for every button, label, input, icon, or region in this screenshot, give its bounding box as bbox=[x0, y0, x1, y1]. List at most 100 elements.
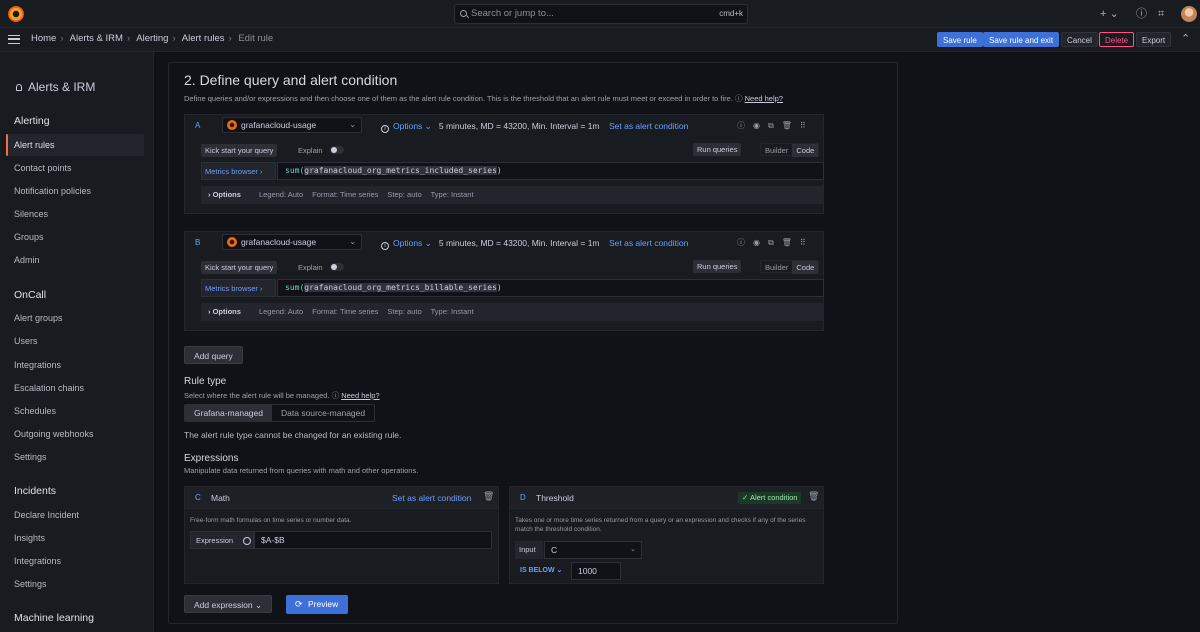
help-icon[interactable]: ⓘ bbox=[737, 121, 745, 130]
rule-type-description: Select where the alert rule will be mana… bbox=[184, 391, 380, 400]
alert-condition-badge: ✓ Alert condition bbox=[738, 492, 802, 504]
help-icon[interactable]: ⓘ bbox=[737, 238, 745, 247]
query-options[interactable]: i Options ⌄ 5 minutes, MD = 43200, Min. I… bbox=[381, 121, 688, 133]
builder-tab[interactable]: Builder bbox=[761, 144, 792, 157]
breadcrumb-alerts-irm[interactable]: Alerts & IRM bbox=[70, 33, 123, 44]
trash-icon[interactable]: 🗑 bbox=[782, 238, 792, 247]
cancel-button[interactable]: Cancel bbox=[1061, 32, 1098, 47]
sidebar-item-incident-settings[interactable]: Settings bbox=[14, 579, 47, 589]
query-ref-id[interactable]: B bbox=[195, 238, 200, 247]
eye-icon[interactable]: ◉ bbox=[753, 238, 760, 247]
expression-ref-id[interactable]: D bbox=[520, 493, 526, 502]
search-shortcut: cmd+k bbox=[719, 9, 743, 18]
avatar[interactable] bbox=[1181, 6, 1197, 22]
sidebar-item-alert-groups[interactable]: Alert groups bbox=[14, 313, 63, 323]
sidebar-item-groups[interactable]: Groups bbox=[14, 232, 44, 242]
sidebar-item-schedules[interactable]: Schedules bbox=[14, 406, 56, 416]
metrics-browser-button[interactable]: Metrics browser › bbox=[201, 162, 276, 180]
query-options-row[interactable]: › Options Legend: Auto Format: Time series… bbox=[201, 186, 823, 204]
datasource-picker[interactable]: grafanacloud-usage ⌄ bbox=[222, 234, 362, 250]
preview-button[interactable]: Preview bbox=[286, 595, 349, 614]
trash-icon[interactable]: 🗑 bbox=[483, 491, 494, 502]
expression-type: Threshold bbox=[536, 493, 574, 503]
copy-icon[interactable]: ⧉ bbox=[768, 121, 774, 130]
run-queries-button[interactable]: Run queries bbox=[693, 260, 742, 273]
sidebar-item-escalation-chains[interactable]: Escalation chains bbox=[14, 383, 84, 393]
need-help-link[interactable]: Need help? bbox=[745, 94, 783, 103]
copy-icon[interactable]: ⧉ bbox=[768, 238, 774, 247]
menu-icon[interactable] bbox=[8, 35, 20, 44]
threshold-operator-select[interactable]: IS BELOW ⌄ bbox=[515, 562, 570, 580]
input-select[interactable]: C ⌄ bbox=[544, 541, 642, 559]
grafana-managed-option[interactable]: Grafana-managed bbox=[185, 405, 272, 421]
sidebar-item-contact-points[interactable]: Contact points bbox=[14, 163, 72, 173]
sidebar-item-outgoing-webhooks[interactable]: Outgoing webhooks bbox=[14, 429, 94, 439]
sidebar-item-silences[interactable]: Silences bbox=[14, 209, 48, 219]
query-options-row[interactable]: › Options Legend: Auto Format: Time series… bbox=[201, 303, 823, 321]
search-input[interactable]: Search or jump to... cmd+k bbox=[454, 4, 748, 24]
expression-label: Expression bbox=[190, 531, 254, 549]
eye-icon[interactable]: ◉ bbox=[753, 121, 760, 130]
sidebar-item-insights[interactable]: Insights bbox=[14, 533, 45, 543]
export-button[interactable]: Export bbox=[1136, 32, 1172, 47]
add-expression-button[interactable]: Add expression ⌄ bbox=[184, 595, 273, 613]
sidebar-section-alerting[interactable]: Alerting bbox=[14, 115, 50, 127]
sidebar-item-incident-integrations[interactable]: Integrations bbox=[14, 556, 61, 566]
trash-icon[interactable]: 🗑 bbox=[808, 491, 819, 502]
explain-toggle[interactable] bbox=[330, 146, 344, 154]
query-ref-id[interactable]: A bbox=[195, 121, 200, 130]
rss-icon[interactable]: ⌗ bbox=[1158, 7, 1164, 21]
run-queries-button[interactable]: Run queries bbox=[693, 143, 742, 156]
need-help-link[interactable]: Need help? bbox=[341, 391, 379, 400]
explain-toggle[interactable] bbox=[330, 263, 344, 271]
query-editor[interactable]: sum(grafanacloud_org_metrics_included_se… bbox=[277, 162, 824, 180]
query-header: B grafanacloud-usage ⌄ i Options ⌄ 5 minut… bbox=[185, 232, 823, 252]
expression-ref-id[interactable]: C bbox=[195, 493, 201, 502]
trash-icon[interactable]: 🗑 bbox=[782, 121, 792, 130]
kick-start-button[interactable]: Kick start your query bbox=[201, 261, 278, 274]
code-tab[interactable]: Code bbox=[792, 261, 819, 274]
sidebar-item-notification-policies[interactable]: Notification policies bbox=[14, 186, 91, 196]
datasource-managed-option[interactable]: Data source-managed bbox=[272, 405, 374, 421]
drag-handle-icon[interactable]: ⠿ bbox=[800, 238, 806, 247]
save-rule-exit-button[interactable]: Save rule and exit bbox=[983, 32, 1060, 47]
kick-start-button[interactable]: Kick start your query bbox=[201, 144, 278, 157]
code-tab[interactable]: Code bbox=[792, 144, 819, 157]
help-icon: ⓘ bbox=[331, 391, 340, 400]
query-editor[interactable]: sum(grafanacloud_org_metrics_billable_se… bbox=[277, 279, 824, 297]
sidebar-item-declare-incident[interactable]: Declare Incident bbox=[14, 510, 79, 520]
sidebar-item-admin[interactable]: Admin bbox=[14, 255, 40, 265]
breadcrumb-home[interactable]: Home bbox=[31, 33, 56, 44]
help-icon: ⓘ bbox=[735, 94, 743, 103]
add-query-button[interactable]: Add query bbox=[184, 346, 243, 364]
editor-mode-toggle: Builder Code bbox=[760, 260, 820, 274]
sidebar-section-oncall[interactable]: OnCall bbox=[14, 289, 46, 301]
delete-button[interactable]: Delete bbox=[1099, 32, 1135, 47]
section-title: 2. Define query and alert condition bbox=[184, 72, 398, 88]
metrics-browser-button[interactable]: Metrics browser › bbox=[201, 279, 276, 297]
save-rule-button[interactable]: Save rule bbox=[937, 32, 983, 47]
expression-input[interactable]: $A-$B bbox=[254, 531, 492, 549]
threshold-value-input[interactable]: 1000 bbox=[571, 562, 621, 580]
plus-icon[interactable]: + ⌄ bbox=[1100, 7, 1119, 21]
sidebar-section-incidents[interactable]: Incidents bbox=[14, 485, 56, 497]
builder-tab[interactable]: Builder bbox=[761, 261, 792, 274]
sidebar-item-alert-rules[interactable]: Alert rules bbox=[14, 140, 55, 150]
set-alert-condition-link[interactable]: Set as alert condition bbox=[609, 238, 688, 248]
datasource-picker[interactable]: grafanacloud-usage ⌄ bbox=[222, 117, 362, 133]
set-alert-condition-link[interactable]: Set as alert condition bbox=[609, 121, 688, 131]
set-alert-condition-link[interactable]: Set as alert condition bbox=[392, 493, 471, 503]
grafana-logo-icon[interactable] bbox=[8, 6, 24, 22]
sidebar-section-machine-learning[interactable]: Machine learning bbox=[14, 612, 94, 624]
help-icon[interactable]: ⓘ bbox=[1136, 7, 1147, 21]
top-bar: Search or jump to... cmd+k + ⌄ ⓘ ⌗ bbox=[0, 0, 1200, 28]
collapse-icon[interactable]: ⌃ bbox=[1181, 32, 1190, 46]
drag-handle-icon[interactable]: ⠿ bbox=[800, 121, 806, 130]
sidebar-item-integrations[interactable]: Integrations bbox=[14, 360, 61, 370]
breadcrumb-alerting[interactable]: Alerting bbox=[136, 33, 168, 44]
breadcrumb-alert-rules[interactable]: Alert rules bbox=[182, 33, 225, 44]
sidebar-item-users[interactable]: Users bbox=[14, 336, 38, 346]
bell-icon bbox=[16, 84, 22, 91]
query-options[interactable]: i Options ⌄ 5 minutes, MD = 43200, Min. I… bbox=[381, 238, 688, 250]
sidebar-item-oncall-settings[interactable]: Settings bbox=[14, 452, 47, 462]
